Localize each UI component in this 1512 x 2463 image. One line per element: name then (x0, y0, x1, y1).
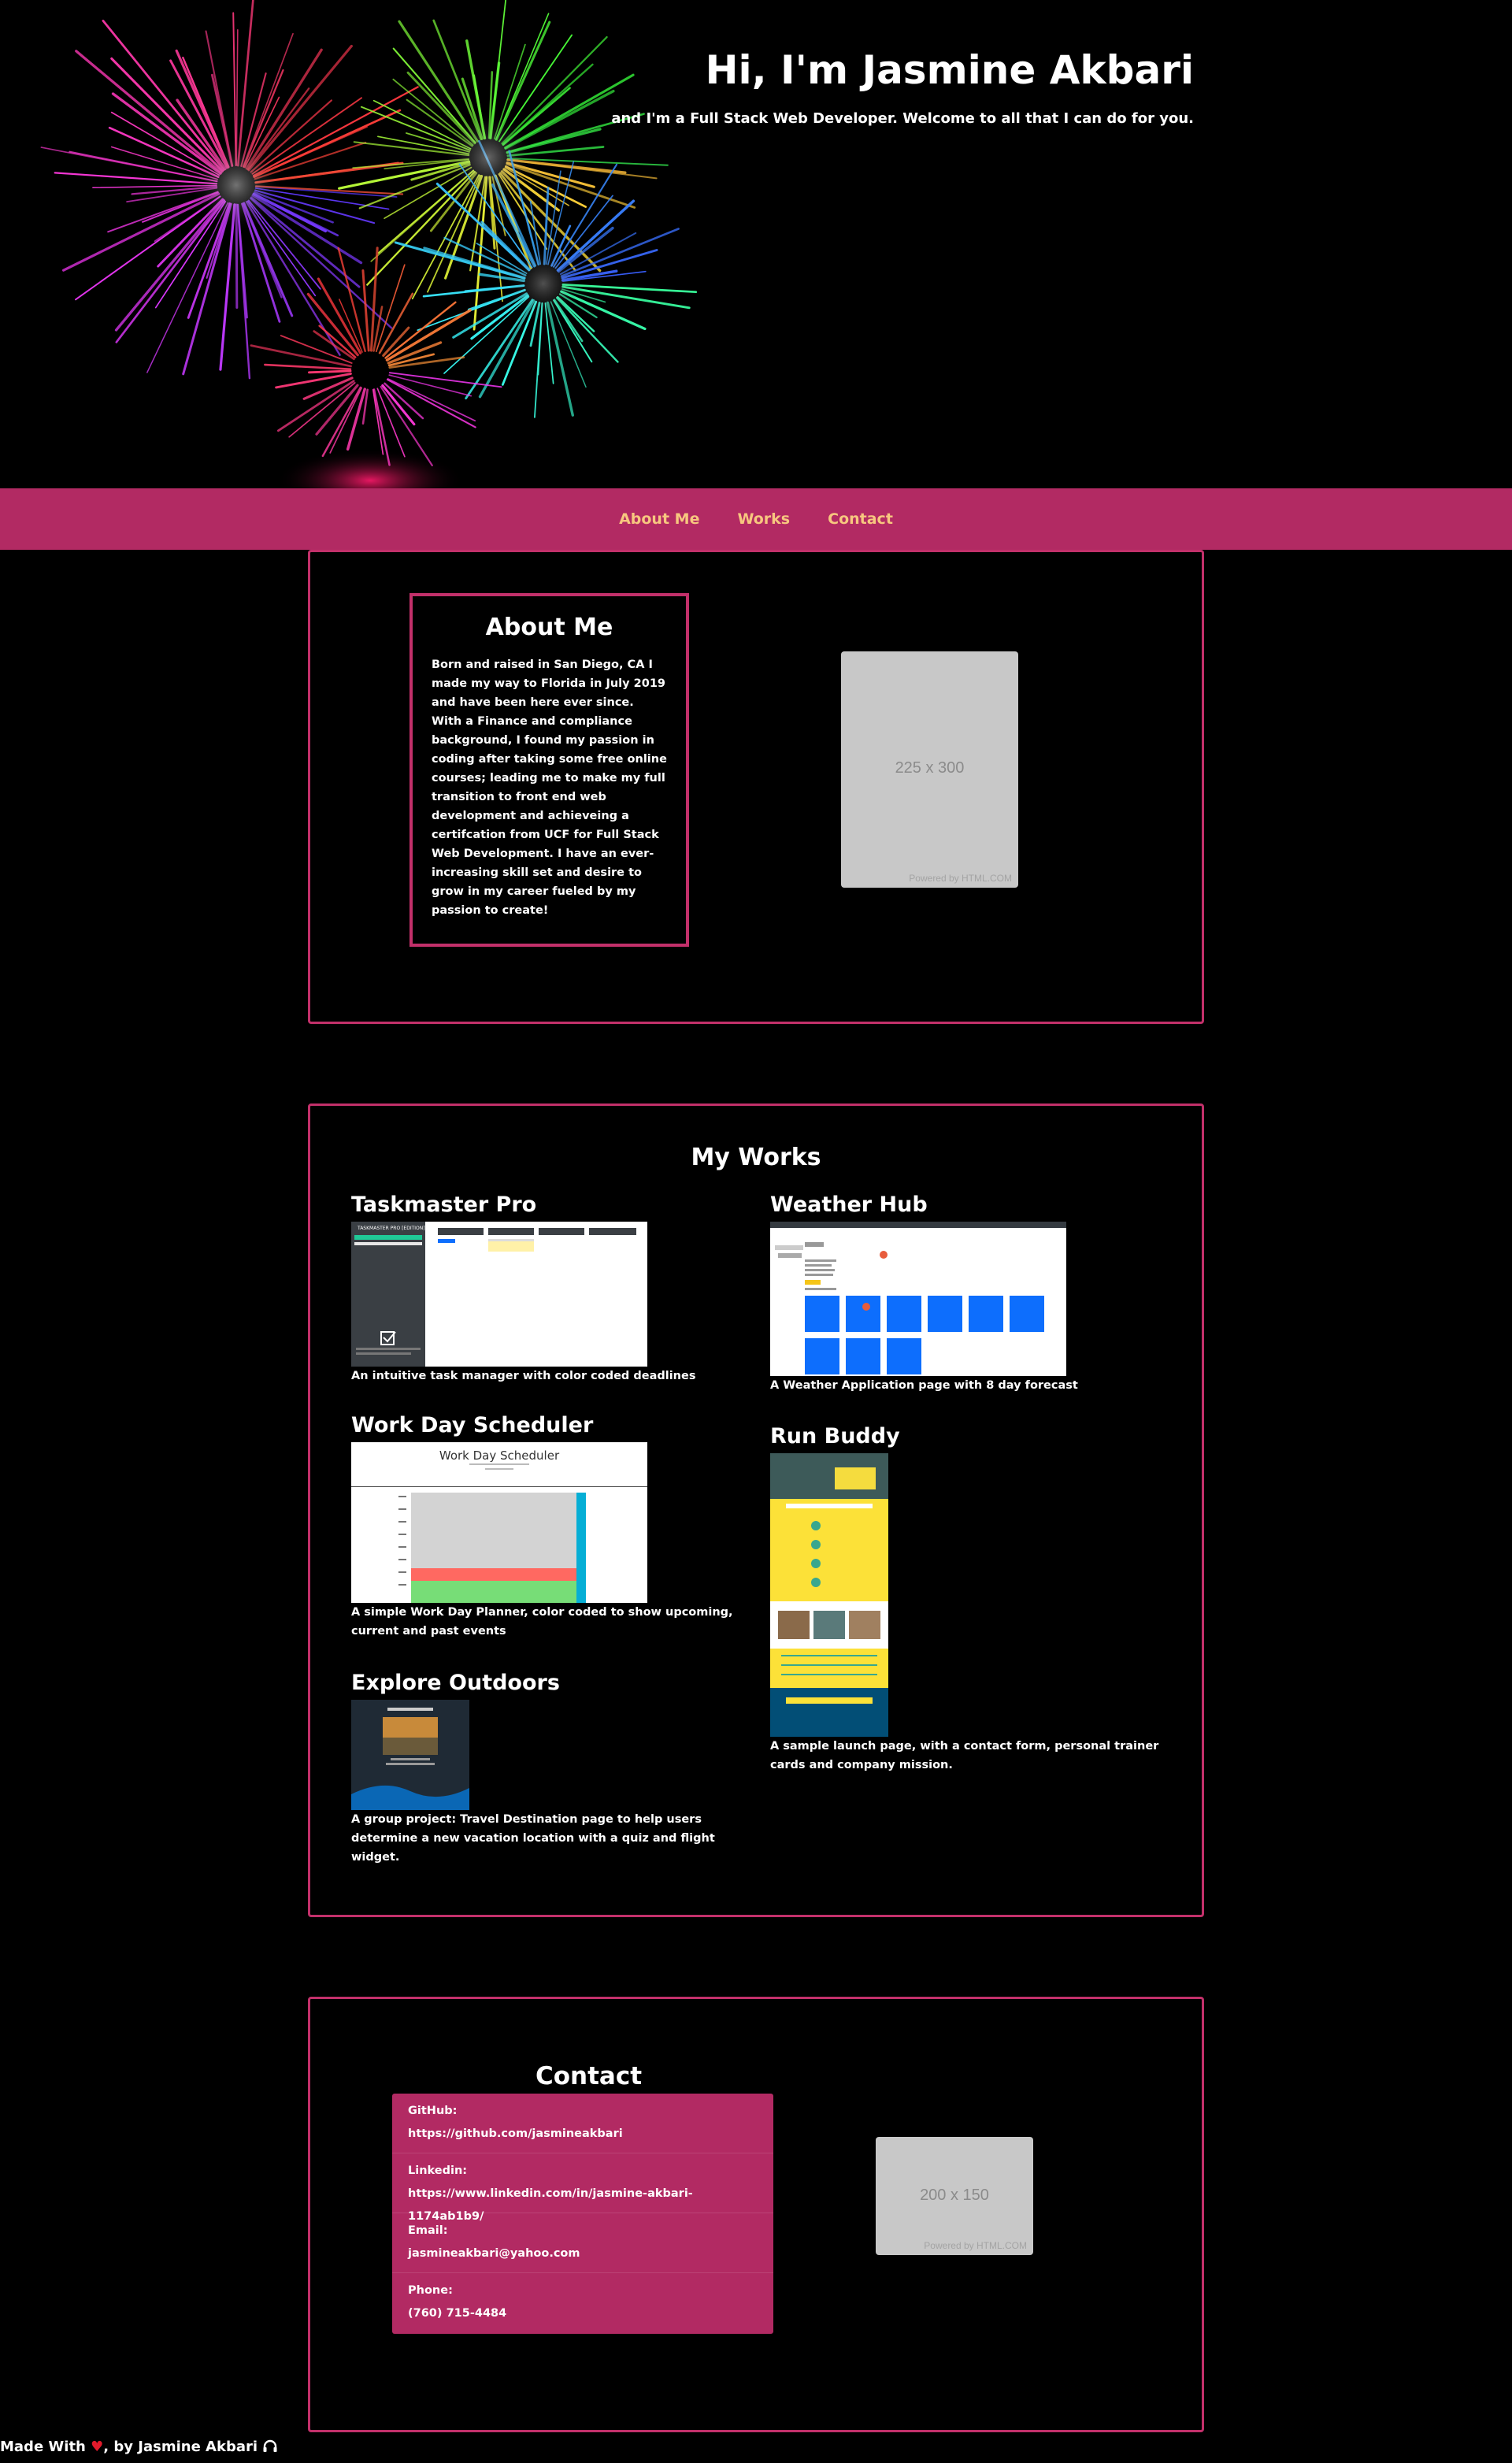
weather-hub-screenshot[interactable] (770, 1222, 1066, 1376)
work-item-run-buddy: Run Buddy A sample launch page, with a c… (770, 1424, 1164, 1775)
work-item-taskmaster: Taskmaster Pro TASKMASTER PRO [EDITION] … (351, 1193, 745, 1385)
work-item-weather-hub: Weather Hub A Weather Application page w… (770, 1193, 1164, 1395)
works-section: My Works Taskmaster Pro TASKMASTER PRO [… (308, 1104, 1204, 1917)
contact-label: Linkedin: (408, 2164, 468, 2177)
firework-ray (102, 20, 225, 171)
contact-heading: Contact (536, 2062, 643, 2090)
placeholder-credit: Powered by HTML.COM (909, 873, 1012, 884)
about-text: Born and raised in San Diego, CA I made … (432, 658, 667, 917)
footer-suffix: , by Jasmine Akbari (103, 2439, 258, 2455)
about-section: About Me Born and raised in San Diego, C… (308, 550, 1204, 1024)
nav-contact-link[interactable]: Contact (828, 510, 893, 528)
contact-label: GitHub: (408, 2105, 458, 2117)
work-item-explore-outdoors: Explore Outdoors A group project: Travel… (351, 1671, 761, 1867)
firework-ray (378, 292, 414, 354)
firework-ray (313, 330, 355, 361)
work-description: A group project: Travel Destination page… (351, 1813, 715, 1864)
placeholder-credit: Powered by HTML.COM (924, 2240, 1027, 2251)
firework-ray (276, 380, 355, 432)
work-title: Work Day Scheduler (351, 1413, 594, 1437)
firework-ray (387, 377, 476, 422)
about-heading: About Me (485, 614, 613, 641)
taskmaster-screenshot-header: TASKMASTER PRO [EDITION] (357, 1226, 425, 1231)
firework-ray (361, 269, 370, 352)
work-day-scheduler-screenshot[interactable]: Work Day Scheduler (351, 1442, 647, 1603)
firework-ray (386, 378, 476, 428)
hero-subtitle: and I'm a Full Stack Web Developer. Welc… (611, 110, 1194, 127)
work-description: A sample launch page, with a contact for… (770, 1740, 1159, 1771)
contact-item-phone: Phone: (760) 715-4484 (392, 2273, 773, 2333)
firework-ray (75, 50, 223, 174)
work-title: Weather Hub (770, 1193, 928, 1217)
work-title: Run Buddy (770, 1424, 900, 1448)
contact-label: Phone: (408, 2284, 453, 2297)
phone-link[interactable]: (760) 715-4484 (408, 2307, 506, 2320)
firework-ray (308, 369, 352, 374)
about-placeholder-image: 225 x 300 Powered by HTML.COM (841, 651, 1018, 888)
firework-ray (275, 373, 352, 389)
run-buddy-screenshot[interactable] (770, 1453, 888, 1737)
main-nav: About Me Works Contact (0, 488, 1512, 550)
github-link[interactable]: https://github.com/jasmineakbari (408, 2127, 623, 2140)
footer: Made With ♥, by Jasmine Akbari (0, 2439, 278, 2455)
placeholder-size-label: 225 x 300 (895, 759, 965, 777)
contact-list: GitHub: https://github.com/jasmineakbari… (392, 2094, 773, 2334)
fireworks-image (40, 0, 698, 488)
hero-title: Hi, I'm Jasmine Akbari (705, 47, 1194, 93)
firework-ray (264, 363, 352, 370)
scheduler-screenshot-header: Work Day Scheduler (439, 1448, 560, 1463)
explore-outdoors-screenshot[interactable] (351, 1700, 469, 1810)
contact-item-linkedin: Linkedin: https://www.linkedin.com/in/ja… (392, 2153, 773, 2223)
about-card: About Me Born and raised in San Diego, C… (410, 593, 689, 947)
works-heading: My Works (691, 1144, 821, 1171)
work-title: Taskmaster Pro (351, 1193, 537, 1217)
work-title: Explore Outdoors (351, 1671, 560, 1695)
contact-placeholder-image: 200 x 150 Powered by HTML.COM (876, 2137, 1033, 2255)
contact-item-github: GitHub: https://github.com/jasmineakbari (392, 2094, 773, 2153)
placeholder-size-label: 200 x 150 (920, 2187, 989, 2204)
heart-icon: ♥ (91, 2439, 104, 2455)
work-description: A simple Work Day Planner, color coded t… (351, 1606, 733, 1638)
nav-about-link[interactable]: About Me (619, 510, 699, 528)
contact-section: Contact GitHub: https://github.com/jasmi… (308, 1997, 1204, 2432)
footer-prefix: Made With (0, 2439, 86, 2455)
hero-banner: Hi, I'm Jasmine Akbari and I'm a Full St… (0, 0, 1512, 488)
headphones-icon (263, 2439, 277, 2452)
work-description: A Weather Application page with 8 day fo… (770, 1379, 1078, 1392)
email-link[interactable]: jasmineakbari@yahoo.com (408, 2247, 580, 2260)
nav-works-link[interactable]: Works (737, 510, 790, 528)
work-description: An intuitive task manager with color cod… (351, 1370, 696, 1382)
taskmaster-screenshot[interactable]: TASKMASTER PRO [EDITION] (351, 1222, 647, 1367)
work-item-work-day-scheduler: Work Day Scheduler Work Day Scheduler A … (351, 1413, 745, 1641)
